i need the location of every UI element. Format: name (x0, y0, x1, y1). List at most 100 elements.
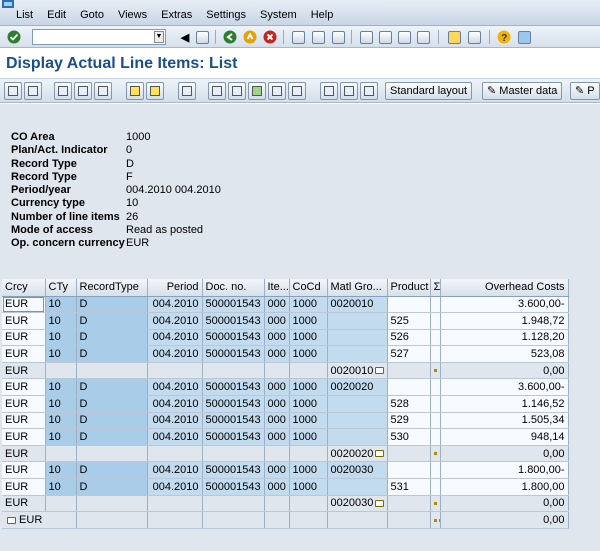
cell-empty (202, 495, 265, 513)
total-row[interactable]: EUR 0,00 (2, 511, 569, 529)
cell-product: 527 (387, 345, 431, 363)
arrow-left-icon[interactable]: ◀ (177, 29, 193, 45)
cell-empty (387, 511, 431, 529)
sort-descending-icon[interactable] (94, 82, 112, 100)
column-header[interactable]: Σ (430, 279, 441, 297)
menu-list[interactable]: List (16, 9, 33, 21)
table-row[interactable]: EUR 10 D 004.2010 500001543 000 1000 529 1.505,3… (2, 412, 569, 430)
column-header[interactable]: Product (387, 279, 431, 297)
command-dropdown-icon[interactable]: ▼ (154, 31, 164, 43)
column-header[interactable]: Crcy (2, 279, 46, 297)
cell-product (387, 296, 431, 314)
cell-sum-marker (430, 461, 441, 480)
local-file-icon[interactable] (288, 82, 306, 100)
excel-icon[interactable] (248, 82, 266, 100)
next-page-icon[interactable] (396, 29, 412, 45)
exit-icon[interactable] (242, 29, 258, 45)
master-data-button[interactable]: ✎ Master data (482, 82, 563, 100)
table-row[interactable]: EUR 10 D 004.2010 500001543 000 1000 530 948,14 (2, 428, 569, 446)
cell-currency: EUR (2, 478, 46, 496)
menu-edit[interactable]: Edit (47, 9, 66, 21)
column-header[interactable]: RecordType (76, 279, 148, 297)
total-icon[interactable] (7, 516, 16, 524)
select-detail-icon[interactable] (24, 82, 42, 100)
more-button[interactable]: ✎ P (570, 82, 600, 100)
subtotal-group-label: 0020030 (330, 497, 374, 510)
create-session-icon[interactable] (446, 29, 462, 45)
cell-record-type: D (76, 312, 148, 330)
cell-doc-no: 500001543 (202, 412, 265, 430)
help-icon[interactable]: ? (496, 29, 512, 45)
subtotal-row[interactable]: EUR 0020030 0,00 (2, 495, 569, 513)
cell-sum-marker (430, 296, 441, 314)
standard-toolbar: ▼ ◀ ? (0, 26, 600, 48)
enter-check-icon[interactable] (6, 29, 22, 45)
cell-empty (202, 362, 265, 380)
sum-icon[interactable] (126, 82, 144, 100)
subtotal-row[interactable]: EUR 0020020 0,00 (2, 445, 569, 463)
header-info-label: Period/year (11, 184, 71, 197)
subtotal-row[interactable]: EUR 0020010 0,00 (2, 362, 569, 380)
choose-layout-icon[interactable] (340, 82, 358, 100)
menu-views[interactable]: Views (118, 9, 147, 21)
customize-layout-icon[interactable] (516, 29, 532, 45)
print-preview-icon[interactable] (178, 82, 196, 100)
mail-icon[interactable] (228, 82, 246, 100)
find-icon[interactable] (310, 29, 326, 45)
word-processing-icon[interactable] (268, 82, 286, 100)
table-row[interactable]: EUR 10 D 004.2010 500001543 000 1000 525 1.948,7… (2, 312, 569, 330)
column-header[interactable]: Doc. no. (202, 279, 265, 297)
header-info-row: Record Type F (11, 171, 221, 184)
cell-empty (147, 495, 203, 513)
menu-system[interactable]: System (260, 9, 297, 21)
table-row[interactable]: EUR 10 D 004.2010 500001543 000 1000 528 1.146,5… (2, 395, 569, 413)
cell-record-type: D (76, 345, 148, 363)
column-header[interactable]: CoCd (289, 279, 328, 297)
menu-help[interactable]: Help (311, 9, 334, 21)
column-header[interactable]: Matl Gro... (327, 279, 388, 297)
change-layout-icon[interactable] (320, 82, 338, 100)
cell-period: 004.2010 (147, 461, 203, 480)
standard-layout-button[interactable]: Standard layout (385, 82, 473, 100)
menu-extras[interactable]: Extras (161, 9, 192, 21)
cell-product: 526 (387, 329, 431, 347)
back-icon[interactable] (222, 29, 238, 45)
last-page-icon[interactable] (415, 29, 431, 45)
cell-product: 528 (387, 395, 431, 413)
subtotal-icon[interactable] (375, 367, 385, 375)
save-icon[interactable] (194, 29, 210, 45)
subtotal-icon[interactable] (146, 82, 164, 100)
previous-page-icon[interactable] (377, 29, 393, 45)
column-header[interactable]: CTy (45, 279, 77, 297)
cell-doc-no: 500001543 (202, 312, 265, 330)
cell-currency: EUR (2, 362, 46, 380)
menu-goto[interactable]: Goto (80, 9, 104, 21)
cell-item: 000 (264, 329, 290, 347)
cell-currency: EUR (2, 412, 46, 430)
subtotal-icon[interactable] (375, 450, 385, 458)
first-page-icon[interactable] (358, 29, 374, 45)
table-row[interactable]: EUR 10 D 004.2010 500001543 000 1000 527 523,08 (2, 345, 569, 363)
export-icon[interactable] (208, 82, 226, 100)
sort-ascending-icon[interactable] (54, 82, 72, 100)
column-header[interactable]: Ite... (264, 279, 290, 297)
shortcut-icon[interactable] (466, 29, 482, 45)
column-header[interactable]: Overhead Costs (440, 279, 569, 297)
save-layout-icon[interactable] (360, 82, 378, 100)
print-icon[interactable] (290, 29, 306, 45)
subtotal-icon[interactable] (375, 500, 385, 508)
details-icon[interactable] (4, 82, 22, 100)
table-row[interactable]: EUR 10 D 004.2010 500001543 000 1000 526 1.128,2… (2, 329, 569, 347)
table-row[interactable]: EUR 10 D 004.2010 500001543 000 1000 0020020 3.6… (2, 378, 569, 397)
command-field[interactable]: ▼ (32, 29, 166, 45)
find-next-icon[interactable] (330, 29, 346, 45)
menu-settings[interactable]: Settings (206, 9, 246, 21)
column-header[interactable]: Period (147, 279, 203, 297)
cell-material-group: 0020030 (327, 495, 388, 513)
cancel-icon[interactable] (262, 29, 278, 45)
table-row[interactable]: EUR 10 D 004.2010 500001543 000 1000 531 1.800,0… (2, 478, 569, 496)
filter-icon[interactable] (74, 82, 92, 100)
table-row[interactable]: EUR 10 D 004.2010 500001543 000 1000 0020030 1.8… (2, 461, 569, 480)
table-row[interactable]: EUR 10 D 004.2010 500001543 000 1000 0020010 3.6… (2, 296, 569, 314)
cell-record-type: D (76, 296, 148, 314)
